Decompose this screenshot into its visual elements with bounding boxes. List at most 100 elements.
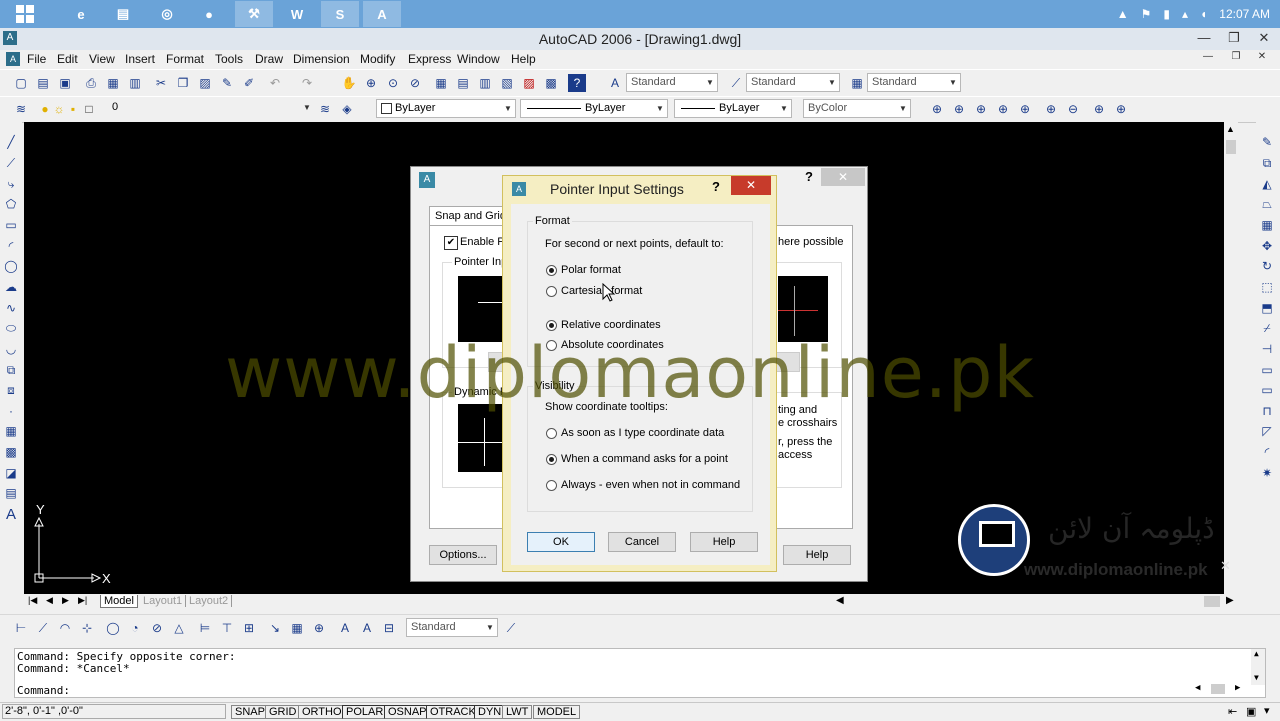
help-button[interactable]: Help (690, 532, 758, 552)
explorer-icon[interactable]: ▤ (104, 1, 142, 27)
otrack-toggle[interactable]: OTRACK (426, 705, 480, 719)
tool-palettes-icon[interactable]: ▥ (476, 74, 494, 92)
stretch-icon[interactable]: ⬒ (1259, 300, 1275, 316)
volume-icon[interactable]: ◖ (1200, 7, 1207, 21)
restore-icon[interactable]: ❐ (1220, 28, 1248, 50)
arc-icon[interactable]: ◜ (3, 238, 19, 254)
start-icon[interactable] (6, 1, 44, 27)
insert-block-icon[interactable]: ⧉ (3, 362, 19, 378)
copy-icon[interactable]: ❐ (174, 74, 192, 92)
zoom-scale-icon[interactable]: ⊕ (972, 100, 990, 118)
command-point-label[interactable]: When a command asks for a point (561, 453, 728, 465)
command-window[interactable]: Command: Specify opposite corner: Comman… (14, 648, 1266, 698)
always-label[interactable]: Always - even when not in command (561, 479, 740, 491)
explode-icon[interactable]: ✷ (1259, 465, 1275, 481)
polar-toggle[interactable]: POLAR (342, 705, 388, 719)
tab-snap-grid[interactable]: Snap and Grid (429, 206, 513, 226)
dialog-close-icon[interactable]: ✕ (731, 176, 771, 195)
prev-tab-icon[interactable]: ◀ (46, 595, 53, 606)
menu-edit[interactable]: Edit (57, 52, 78, 66)
relative-radio[interactable] (546, 320, 557, 331)
scroll-down-icon[interactable]: ▼ (1254, 673, 1259, 682)
copy-object-icon[interactable]: ⧉ (1259, 155, 1275, 171)
command-scrollbar[interactable]: ▲ ▼ (1251, 649, 1265, 685)
close-icon[interactable]: ✕ (1250, 28, 1278, 50)
table-style-select[interactable]: Standard ▼ (867, 73, 961, 92)
offset-icon[interactable]: ⏢ (1259, 196, 1275, 212)
skype-icon[interactable]: S (321, 1, 359, 27)
lineweight-select[interactable]: ByLayer ▼ (674, 99, 792, 118)
tool-icon[interactable]: ⚒ (235, 1, 273, 27)
network-icon[interactable]: ▴ (1182, 7, 1188, 21)
type-data-label[interactable]: As soon as I type coordinate data (561, 427, 724, 439)
move-icon[interactable]: ✥ (1259, 238, 1275, 254)
publish-icon[interactable]: ▥ (126, 74, 144, 92)
layer-manager-icon[interactable]: ≋ (12, 100, 30, 118)
menu-help[interactable]: Help (511, 52, 536, 66)
doc-restore-icon[interactable]: ❐ (1222, 50, 1250, 66)
print-icon[interactable]: ⎙ (82, 74, 100, 92)
menu-file[interactable]: File (27, 52, 46, 66)
menu-draw[interactable]: Draw (255, 52, 283, 66)
relative-label[interactable]: Relative coordinates (561, 319, 661, 331)
fillet-icon[interactable]: ◜ (1259, 444, 1275, 460)
calculator-icon[interactable]: ▩ (542, 74, 560, 92)
arc-length-icon[interactable]: ◠ (56, 619, 74, 637)
chamfer-icon[interactable]: ◸ (1259, 423, 1275, 439)
dim-style-select-bottom[interactable]: Standard ▼ (406, 618, 498, 637)
menu-insert[interactable]: Insert (125, 52, 155, 66)
mtext-icon[interactable]: A (3, 506, 19, 523)
continue-dim-icon[interactable]: ⊞ (240, 619, 258, 637)
back-help-icon[interactable]: ? (805, 169, 813, 184)
tab-layout1[interactable]: Layout1 (140, 595, 187, 607)
zoom-object-icon[interactable]: ⊕ (1016, 100, 1034, 118)
back-help-button[interactable]: Help (783, 545, 851, 565)
aligned-dim-icon[interactable]: ⟋ (34, 619, 52, 637)
join-icon[interactable]: ⊓ (1259, 403, 1275, 419)
tolerance-icon[interactable]: ▦ (288, 619, 306, 637)
scale-icon[interactable]: ⬚ (1259, 279, 1275, 295)
break-icon[interactable]: ▭ (1259, 382, 1275, 398)
command-prompt[interactable]: Command: (17, 684, 70, 697)
gradient-icon[interactable]: ▩ (3, 444, 19, 460)
ordinate-dim-icon[interactable]: ⊹ (78, 619, 96, 637)
trim-icon[interactable]: ⌿ (1259, 320, 1275, 336)
grid-toggle[interactable]: GRID (265, 705, 301, 719)
doc-minimize-icon[interactable]: — (1194, 50, 1222, 66)
scroll-up-icon[interactable]: ▲ (1254, 649, 1259, 658)
word-icon[interactable]: W (278, 1, 316, 27)
menu-express[interactable]: Express (408, 52, 451, 66)
command-h-scroll[interactable]: ◀ ▶ (1195, 683, 1247, 695)
zoom-extents-icon[interactable]: ⊕ (1112, 100, 1130, 118)
dim-update-icon[interactable]: ⊟ (380, 619, 398, 637)
region-icon[interactable]: ◪ (3, 465, 19, 481)
dim-style-manager-icon[interactable]: ⟋ (502, 619, 520, 637)
properties-icon[interactable]: ▦ (432, 74, 450, 92)
dim-text-edit-icon[interactable]: A (358, 619, 376, 637)
plotstyle-select[interactable]: ByColor ▼ (803, 99, 911, 118)
first-tab-icon[interactable]: |◀ (28, 595, 37, 606)
doc-close-icon[interactable]: ✕ (1248, 50, 1276, 66)
zoom-window-icon[interactable]: ⊙ (384, 74, 402, 92)
point-icon[interactable]: · (3, 403, 19, 419)
menu-dimension[interactable]: Dimension (293, 52, 350, 66)
hatch-icon[interactable]: ▦ (3, 423, 19, 439)
scroll-left-icon[interactable]: ◀ (836, 595, 844, 606)
document-icon[interactable]: A (6, 52, 20, 66)
extend-icon[interactable]: ⊣ (1259, 341, 1275, 357)
dim-style-icon[interactable]: ⟋ (727, 74, 745, 92)
redo-icon[interactable]: ↷ (298, 74, 316, 92)
angular-dim-icon[interactable]: △ (170, 619, 188, 637)
enable-checkbox[interactable]: ✔ (444, 236, 458, 250)
linear-dim-icon[interactable]: ⊢ (12, 619, 30, 637)
mirror-icon[interactable]: ◭ (1259, 176, 1275, 192)
clock[interactable]: 12:07 AM (1219, 7, 1270, 21)
osnap-toggle[interactable]: OSNAP (384, 705, 431, 719)
match-properties-icon[interactable]: ✎ (218, 74, 236, 92)
chevron-up-icon[interactable]: ▲ (1117, 7, 1129, 21)
scroll-right-icon[interactable]: ▶ (1235, 683, 1240, 693)
coordinates-display[interactable]: 2'-8", 0'-1" ,0'-0" (2, 704, 226, 719)
ellipse-icon[interactable]: ⬭ (3, 320, 19, 336)
paste-icon[interactable]: ▨ (196, 74, 214, 92)
color-select[interactable]: ByLayer ▼ (376, 99, 516, 118)
